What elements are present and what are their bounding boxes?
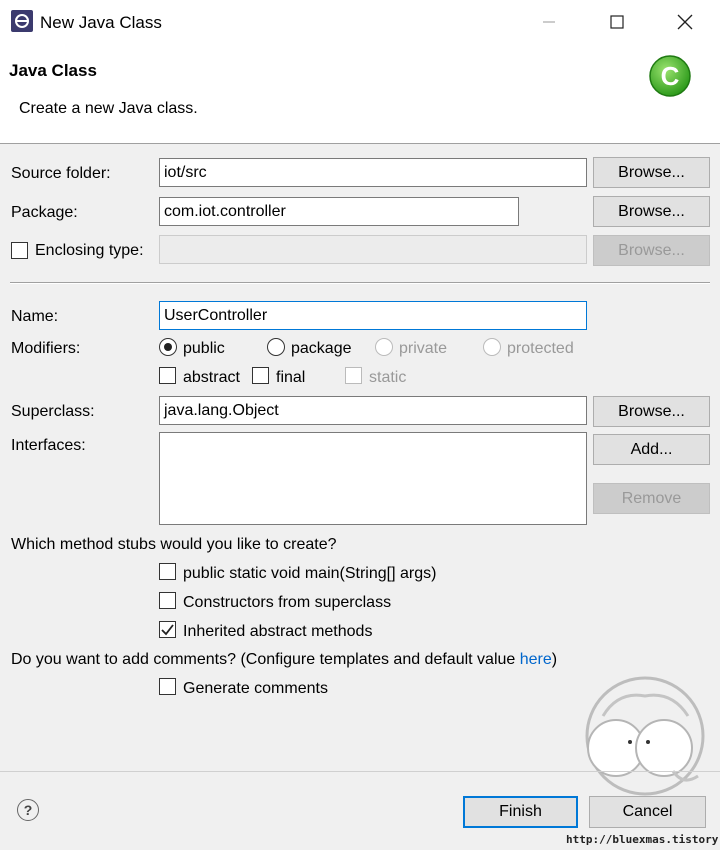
browse-package-button[interactable]: Browse...	[593, 196, 710, 227]
static-label: static	[369, 369, 407, 386]
checkmark-icon	[161, 624, 174, 636]
comments-close-paren: )	[551, 651, 558, 668]
public-radio[interactable]	[159, 338, 177, 356]
private-radio	[375, 338, 393, 356]
cancel-button[interactable]: Cancel	[589, 796, 706, 828]
package-label: Package:	[11, 204, 78, 221]
final-label: final	[276, 369, 306, 386]
maximize-icon	[610, 15, 624, 29]
browse-superclass-button[interactable]: Browse...	[593, 396, 710, 427]
private-label: private	[399, 340, 448, 357]
inherited-methods-label: Inherited abstract methods	[183, 623, 373, 640]
add-interface-button[interactable]: Add...	[593, 434, 710, 465]
watermark-url: http://bluexmas.tistory.com/	[566, 833, 720, 846]
remove-interface-button: Remove	[593, 483, 710, 514]
abstract-label: abstract	[183, 369, 240, 386]
help-icon[interactable]: ?	[17, 799, 39, 821]
interfaces-list[interactable]	[159, 432, 587, 525]
inherited-methods-checkbox[interactable]	[159, 621, 176, 638]
radio-selected-dot	[164, 343, 172, 351]
minimize-icon	[543, 21, 555, 23]
java-class-icon: C	[649, 55, 691, 97]
public-label: public	[183, 340, 225, 357]
method-stubs-question: Which method stubs would you like to cre…	[11, 536, 337, 553]
package-radio-label: package	[291, 340, 352, 357]
page-title: Java Class	[9, 61, 97, 80]
page-description: Create a new Java class.	[19, 100, 198, 117]
browse-enclosing-type-button: Browse...	[593, 235, 710, 266]
package-radio[interactable]	[267, 338, 285, 356]
final-checkbox[interactable]	[252, 367, 269, 384]
finish-button[interactable]: Finish	[463, 796, 578, 828]
minimize-button[interactable]	[526, 0, 572, 44]
browse-source-folder-button[interactable]: Browse...	[593, 157, 710, 188]
superclass-field[interactable]: java.lang.Object	[159, 396, 587, 425]
superclass-label: Superclass:	[11, 403, 95, 420]
configure-templates-link[interactable]: here	[520, 651, 552, 668]
separator	[10, 282, 710, 284]
maximize-button[interactable]	[594, 0, 640, 44]
source-folder-field[interactable]: iot/src	[159, 158, 587, 187]
window-title: New Java Class	[40, 13, 162, 32]
svg-text:C: C	[661, 61, 680, 91]
enclosing-type-field	[159, 235, 587, 264]
name-field[interactable]: UserController	[159, 301, 587, 330]
close-icon	[677, 14, 693, 30]
package-field[interactable]: com.iot.controller	[159, 197, 519, 226]
eclipse-icon	[11, 10, 33, 32]
source-folder-label: Source folder:	[11, 165, 111, 182]
wizard-header	[0, 44, 720, 144]
name-label: Name:	[11, 308, 59, 325]
constructors-label: Constructors from superclass	[183, 594, 392, 611]
main-method-label: public static void main(String[] args)	[183, 565, 437, 582]
enclosing-type-checkbox[interactable]	[11, 242, 28, 259]
comments-question: Do you want to add comments? (Configure …	[11, 651, 557, 669]
constructors-checkbox[interactable]	[159, 592, 176, 609]
comments-question-text: Do you want to add comments? (Configure …	[11, 651, 520, 668]
generate-comments-checkbox[interactable]	[159, 678, 176, 695]
abstract-checkbox[interactable]	[159, 367, 176, 384]
main-method-checkbox[interactable]	[159, 563, 176, 580]
enclosing-type-label: Enclosing type:	[35, 242, 144, 259]
watermark-logo	[585, 676, 705, 796]
protected-label: protected	[507, 340, 574, 357]
close-button[interactable]	[662, 0, 708, 44]
generate-comments-label: Generate comments	[183, 680, 328, 697]
modifiers-label: Modifiers:	[11, 340, 81, 357]
interfaces-label: Interfaces:	[11, 437, 86, 454]
footer-separator	[0, 771, 720, 772]
static-checkbox	[345, 367, 362, 384]
protected-radio	[483, 338, 501, 356]
